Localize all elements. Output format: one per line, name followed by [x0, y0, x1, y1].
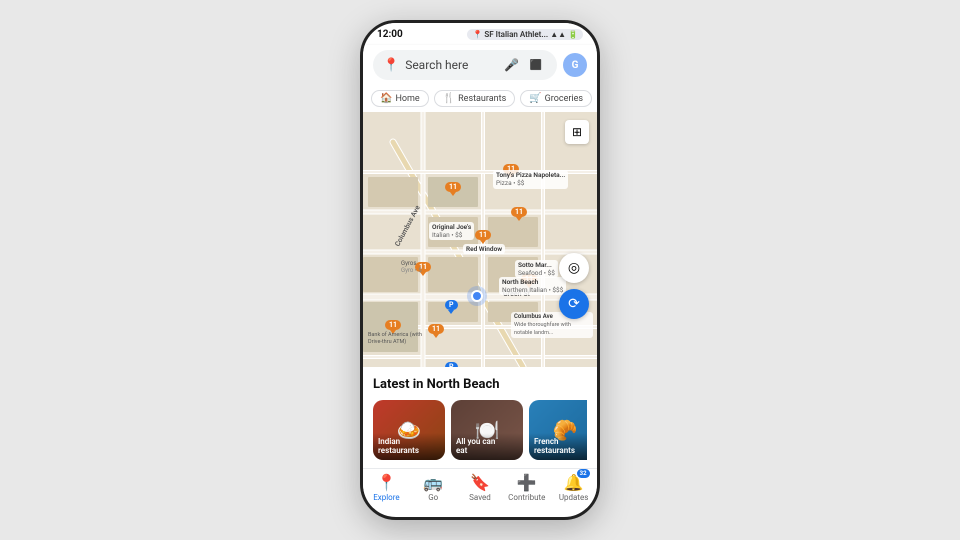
- search-input-wrap[interactable]: 📍 Search here 🎤 ⬛: [373, 50, 557, 80]
- battery-icon: 🔋: [568, 30, 578, 39]
- location-btn[interactable]: ◎: [559, 253, 589, 283]
- search-bar: 📍 Search here 🎤 ⬛ G: [363, 45, 597, 86]
- place-sotto-mar[interactable]: Sotto Mar...Seafood • $$: [515, 260, 558, 278]
- category-chips: 🏠 Home 🍴 Restaurants 🛒 Groceries ⛽ Gas: [363, 86, 597, 112]
- nav-saved-label: Saved: [469, 493, 491, 502]
- map-pin-2[interactable]: 11: [445, 182, 461, 192]
- home-icon: 🏠: [380, 93, 392, 104]
- map-pin-parking-1[interactable]: P: [445, 300, 458, 310]
- place-bank-of-america[interactable]: Bank of America (with Drive-thru ATM): [368, 332, 428, 346]
- maps-icon: 📍: [472, 30, 482, 39]
- nav-go-label: Go: [428, 493, 438, 502]
- place-tony-pizza[interactable]: Tony's Pizza Napoleta...Pizza • $$: [493, 170, 568, 189]
- nav-explore-label: Explore: [373, 493, 399, 502]
- place-gyros[interactable]: GyrosGyro • $: [401, 260, 422, 274]
- user-location-dot: [471, 290, 483, 302]
- card-indian-label: Indianrestaurants: [373, 433, 445, 460]
- place-north-beach[interactable]: North BeachNorthern Italian • $$$: [499, 277, 566, 295]
- status-notification: 📍 SF Italian Athlet... ▲▲ 🔋: [467, 29, 583, 40]
- card-all-you-can-eat[interactable]: 🍽️ All you caneat: [451, 400, 523, 460]
- phone-frame: 12:00 📍 SF Italian Athlet... ▲▲ 🔋 📍 Sear…: [360, 20, 600, 520]
- map-area[interactable]: Columbus Ave Green St 11 11 11 11 11 11 …: [363, 112, 597, 367]
- qr-icon[interactable]: ⬛: [525, 54, 547, 76]
- nav-saved[interactable]: 🔖 Saved: [457, 473, 504, 502]
- groceries-icon: 🛒: [529, 93, 541, 104]
- status-bar: 12:00 📍 SF Italian Athlet... ▲▲ 🔋: [363, 23, 597, 45]
- nav-explore[interactable]: 📍 Explore: [363, 473, 410, 502]
- chip-groceries[interactable]: 🛒 Groceries: [520, 90, 592, 107]
- explore-icon: 📍: [376, 473, 396, 492]
- search-input[interactable]: Search here: [405, 58, 498, 72]
- place-original-joes[interactable]: Original Joe'sItalian • $$: [429, 222, 474, 240]
- section-title: Latest in North Beach: [373, 377, 587, 392]
- go-icon: 🚌: [423, 473, 443, 492]
- nav-updates-label: Updates: [559, 493, 589, 502]
- layer-button[interactable]: ⊞: [565, 120, 589, 144]
- maps-pin-icon: 📍: [383, 58, 399, 73]
- status-time: 12:00: [377, 29, 403, 40]
- map-controls: ◎ ⟳: [559, 253, 589, 319]
- updates-badge-count: 32: [577, 469, 590, 478]
- signal-icon: ▲▲: [550, 30, 566, 39]
- contribute-icon: ➕: [517, 473, 537, 492]
- restaurant-icon: 🍴: [443, 93, 455, 104]
- chip-home[interactable]: 🏠 Home: [371, 90, 429, 107]
- mic-icon[interactable]: 🎤: [504, 58, 519, 72]
- nav-updates[interactable]: 🔔 32 Updates: [550, 473, 597, 502]
- nav-go[interactable]: 🚌 Go: [410, 473, 457, 502]
- updates-badge-wrap: 🔔 32: [564, 473, 584, 492]
- category-cards: 🍛 Indianrestaurants 🍽️ All you caneat 🥐 …: [373, 400, 587, 468]
- map-pin-7[interactable]: 11: [385, 320, 401, 330]
- nav-contribute[interactable]: ➕ Contribute: [503, 473, 550, 502]
- card-all-you-can-eat-label: All you caneat: [451, 433, 523, 460]
- map-pin-4[interactable]: 11: [475, 230, 491, 240]
- place-red-window[interactable]: Red Window: [463, 244, 505, 254]
- chip-restaurants[interactable]: 🍴 Restaurants: [434, 90, 516, 107]
- avatar[interactable]: G: [563, 53, 587, 77]
- bottom-panel: Latest in North Beach 🍛 Indianrestaurant…: [363, 367, 597, 468]
- map-pin-parking-2[interactable]: P: [445, 362, 458, 367]
- map-pin-8[interactable]: 11: [428, 324, 444, 334]
- directions-btn[interactable]: ⟳: [559, 289, 589, 319]
- saved-icon: 🔖: [470, 473, 490, 492]
- card-french-label: Frenchrestaurants: [529, 433, 587, 460]
- bottom-nav: 📍 Explore 🚌 Go 🔖 Saved ➕ Contribute 🔔 32…: [363, 468, 597, 508]
- nav-contribute-label: Contribute: [508, 493, 545, 502]
- card-french[interactable]: 🥐 Frenchrestaurants: [529, 400, 587, 460]
- card-indian[interactable]: 🍛 Indianrestaurants: [373, 400, 445, 460]
- map-pin-3[interactable]: 11: [511, 207, 527, 217]
